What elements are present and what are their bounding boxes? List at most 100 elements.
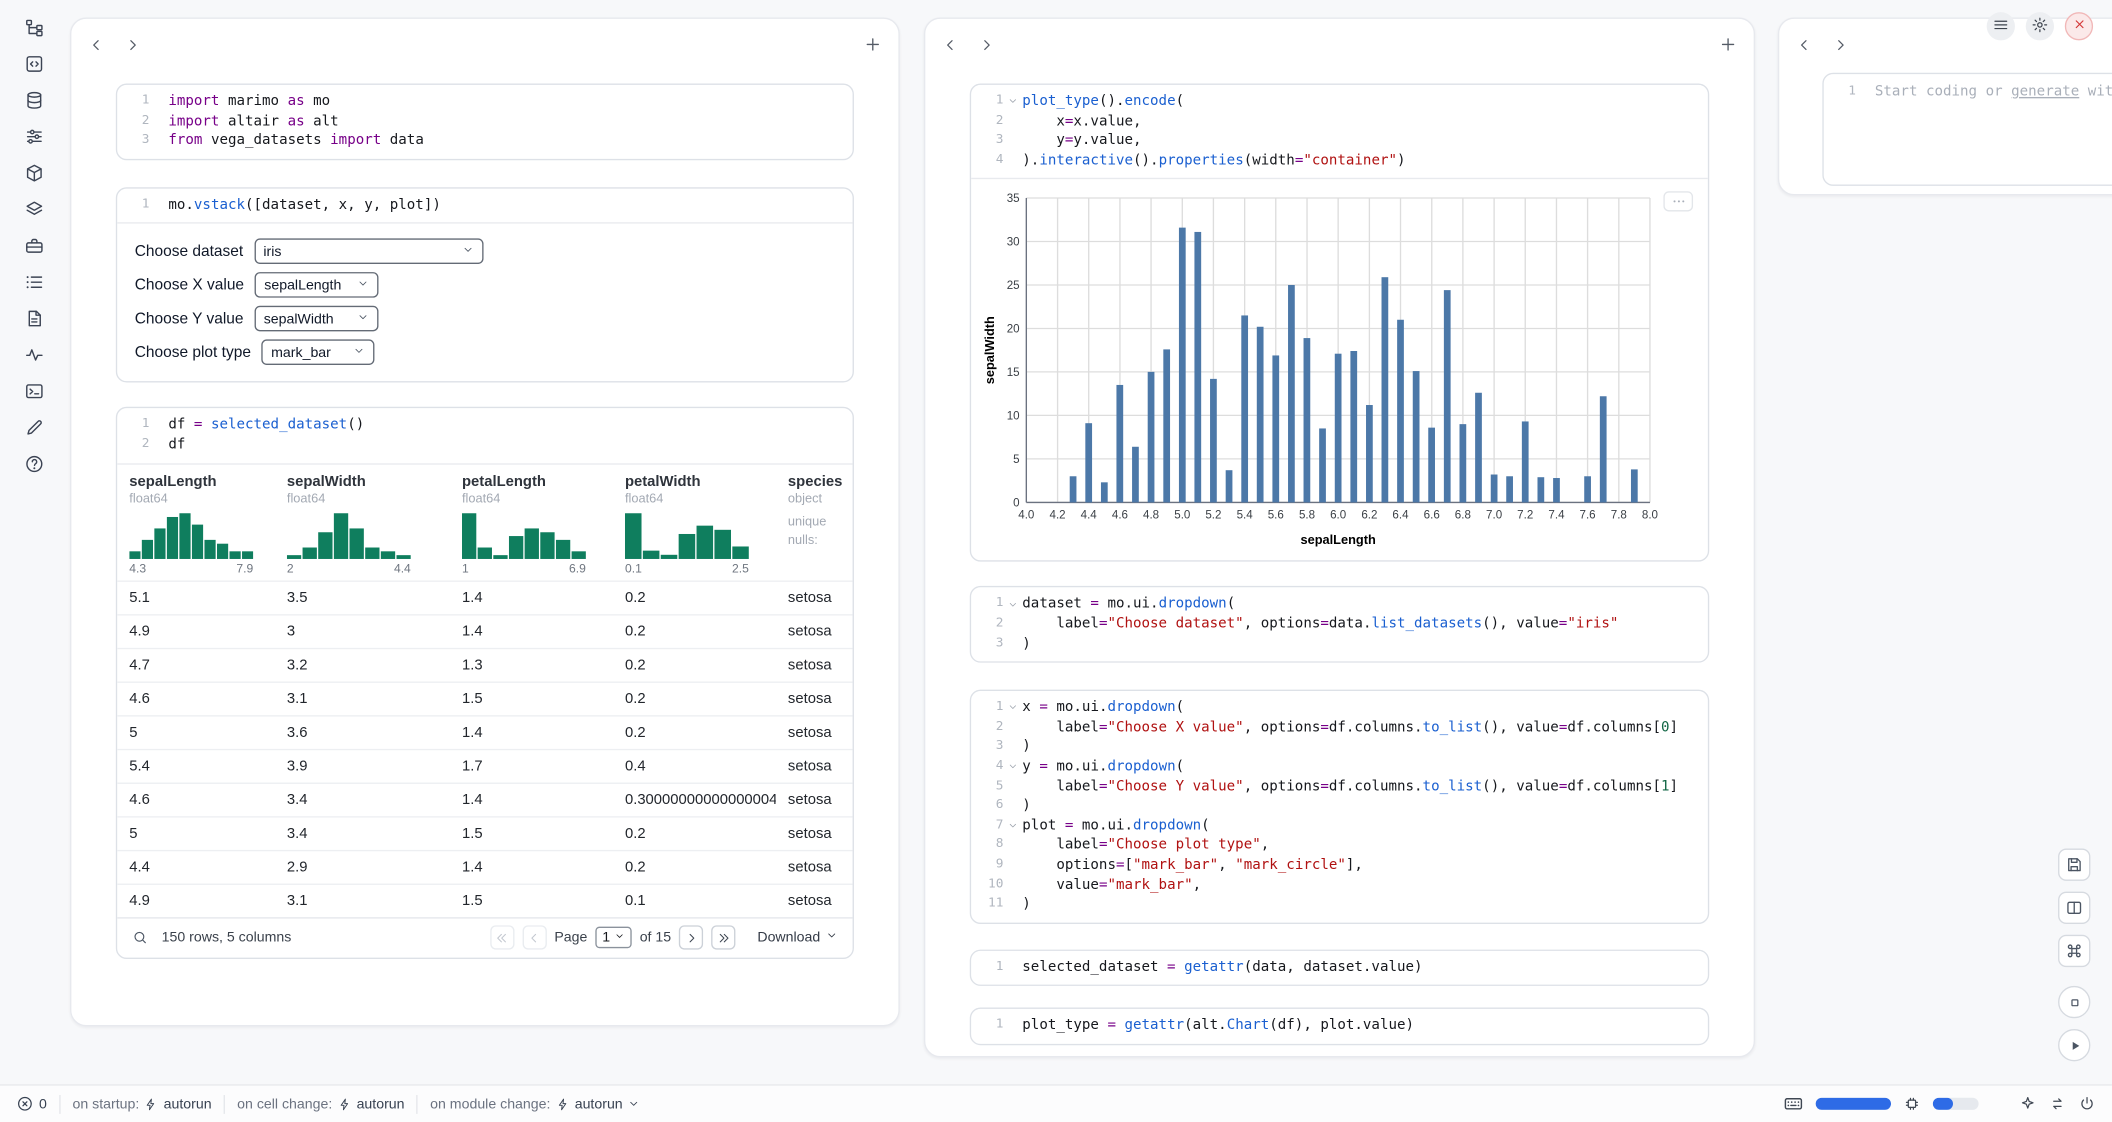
- table-row[interactable]: 5.13.51.40.2setosa: [117, 580, 852, 614]
- file-tree-icon[interactable]: [19, 13, 49, 40]
- table-row[interactable]: 4.73.21.30.2setosa: [117, 647, 852, 681]
- column-next-button[interactable]: [978, 36, 996, 54]
- table-row[interactable]: 4.931.40.2setosa: [117, 614, 852, 648]
- scratchpad-icon[interactable]: [19, 413, 49, 440]
- column-header[interactable]: sepalWidthfloat6424.4: [275, 464, 450, 580]
- page-select[interactable]: 1: [595, 927, 631, 949]
- database-icon[interactable]: [19, 86, 49, 113]
- memory-meter: [1933, 1098, 1979, 1110]
- menu-button[interactable]: [1987, 12, 2015, 40]
- table-row[interactable]: 53.41.50.2setosa: [117, 816, 852, 850]
- terminal-icon[interactable]: [19, 377, 49, 404]
- outline-icon[interactable]: [19, 268, 49, 295]
- table-row[interactable]: 4.42.91.40.2setosa: [117, 849, 852, 883]
- first-page-button[interactable]: [490, 925, 514, 949]
- fold-chevron-icon[interactable]: [1003, 96, 1022, 107]
- code-editor[interactable]: 1mo.vstack([dataset, x, y, plot]): [117, 188, 852, 222]
- bar: [1085, 424, 1092, 503]
- fold-chevron-icon[interactable]: [1003, 702, 1022, 713]
- interrupt-button[interactable]: [2058, 986, 2090, 1018]
- editor-placeholder[interactable]: Start coding or generate with AI: [1875, 82, 2112, 102]
- layers-icon[interactable]: [19, 195, 49, 222]
- add-cell-button[interactable]: [1719, 35, 1738, 54]
- column-prev-button[interactable]: [88, 36, 106, 54]
- column-header[interactable]: petalLengthfloat6416.9: [450, 464, 613, 580]
- code-editor[interactable]: 1x = mo.ui.dropdown(2 label="Choose X va…: [971, 691, 1708, 922]
- notebook-column-3: 1 Start coding or generate with AI: [1778, 18, 2112, 196]
- chart-options-button[interactable]: [1663, 192, 1693, 212]
- save-button[interactable]: [2058, 849, 2090, 881]
- autorun-config[interactable]: on startup:autorun: [73, 1096, 212, 1112]
- autorun-config[interactable]: on module change:autorun: [430, 1096, 640, 1112]
- settings-button[interactable]: [2026, 12, 2054, 40]
- command-palette-button[interactable]: [2058, 935, 2090, 967]
- code-editor[interactable]: 1df = selected_dataset()2df: [117, 409, 852, 463]
- cell-plot-type: 1plot_type = getattr(alt.Chart(df), plot…: [970, 1008, 1709, 1045]
- table-row[interactable]: 53.61.40.2setosa: [117, 715, 852, 749]
- code-editor[interactable]: 1plot_type = getattr(alt.Chart(df), plot…: [971, 1009, 1708, 1043]
- download-button[interactable]: Download: [757, 929, 837, 945]
- power-icon[interactable]: [2078, 1095, 2096, 1113]
- dropdown-select[interactable]: sepalWidth: [254, 306, 378, 332]
- column-prev-button[interactable]: [1795, 36, 1813, 54]
- code-line: 8 label="Choose plot type",: [971, 835, 1708, 855]
- chart-output: 4.04.24.44.64.85.05.25.45.65.86.06.26.46…: [971, 180, 1708, 561]
- svg-text:4.4: 4.4: [1081, 510, 1098, 522]
- dropdown-select[interactable]: sepalLength: [255, 273, 379, 299]
- chevron-down-icon: [614, 929, 625, 945]
- autorun-config[interactable]: on cell change:autorun: [237, 1096, 404, 1112]
- bar-chart[interactable]: 4.04.24.44.64.85.05.25.45.65.86.06.26.46…: [982, 188, 1664, 549]
- prev-page-button[interactable]: [522, 925, 546, 949]
- last-page-button[interactable]: [712, 925, 736, 949]
- column-next-button[interactable]: [1832, 36, 1850, 54]
- dropdown-select[interactable]: mark_bar: [262, 340, 375, 366]
- svg-text:15: 15: [1007, 367, 1020, 379]
- column-histogram: [625, 513, 776, 559]
- add-cell-button[interactable]: [863, 35, 882, 54]
- svg-text:4.8: 4.8: [1143, 510, 1159, 522]
- line-number: 3: [971, 131, 1003, 151]
- code-editor[interactable]: 1selected_dataset = getattr(data, datase…: [971, 950, 1708, 984]
- layout-button[interactable]: [2058, 892, 2090, 924]
- documentation-icon[interactable]: [19, 304, 49, 331]
- line-number: 1: [971, 698, 1003, 718]
- activity-icon[interactable]: [19, 341, 49, 368]
- line-number: 1: [971, 1016, 1003, 1036]
- ai-sparkle-icon[interactable]: [2019, 1095, 2037, 1113]
- shutdown-button[interactable]: [2065, 12, 2093, 40]
- run-all-button[interactable]: [2058, 1029, 2090, 1061]
- code-editor[interactable]: 1plot_type().encode(2 x=x.value,3 y=y.va…: [971, 85, 1708, 178]
- fold-chevron-icon[interactable]: [1003, 820, 1022, 831]
- bar-chart-container[interactable]: 4.04.24.44.64.85.05.25.45.65.86.06.26.46…: [982, 188, 1700, 556]
- column-header[interactable]: speciesobjectuniquenulls:: [776, 464, 853, 580]
- generate-with-ai-link[interactable]: generate: [2011, 84, 2079, 100]
- dropdown-select[interactable]: iris: [254, 239, 483, 265]
- help-icon[interactable]: [19, 450, 49, 477]
- line-number: 11: [971, 894, 1003, 914]
- column-header[interactable]: sepalLengthfloat644.37.9: [117, 464, 275, 580]
- code-editor[interactable]: 1import marimo as mo2import altair as al…: [117, 85, 852, 159]
- packages-icon[interactable]: [19, 159, 49, 186]
- code-cell-icon[interactable]: [19, 50, 49, 77]
- column-next-button[interactable]: [124, 36, 142, 54]
- toolbox-icon[interactable]: [19, 232, 49, 259]
- next-page-button[interactable]: [679, 925, 703, 949]
- column-prev-button[interactable]: [941, 36, 959, 54]
- cpu-meter: [1816, 1098, 1891, 1110]
- helper-panel-sidebar: [11, 13, 57, 476]
- code-editor[interactable]: 1dataset = mo.ui.dropdown(2 label="Choos…: [971, 588, 1708, 662]
- notebook-column-2: 1plot_type().encode(2 x=x.value,3 y=y.va…: [924, 18, 1755, 1058]
- search-icon[interactable]: [132, 929, 148, 945]
- fold-chevron-icon[interactable]: [1003, 599, 1022, 610]
- error-count[interactable]: 0: [16, 1095, 47, 1113]
- table-row[interactable]: 4.93.11.50.1setosa: [117, 883, 852, 917]
- zap-icon: [556, 1097, 569, 1110]
- variables-icon[interactable]: [19, 123, 49, 150]
- fold-chevron-icon[interactable]: [1003, 761, 1022, 772]
- table-row[interactable]: 4.63.41.40.30000000000000004setosa: [117, 782, 852, 816]
- keyboard-shortcuts-icon[interactable]: [1783, 1094, 1803, 1114]
- table-row[interactable]: 4.63.11.50.2setosa: [117, 681, 852, 715]
- column-header[interactable]: petalWidthfloat640.12.5: [613, 464, 776, 580]
- table-row[interactable]: 5.43.91.70.4setosa: [117, 748, 852, 782]
- swap-icon[interactable]: [2049, 1095, 2067, 1113]
